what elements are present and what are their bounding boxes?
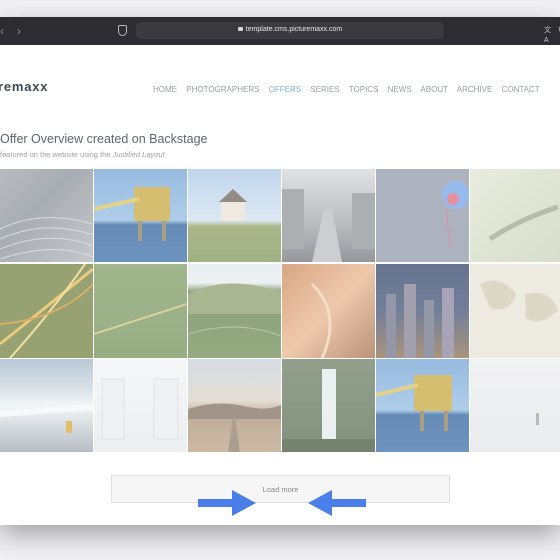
browser-window: ‹ › template.cms.picturemaxx.com 文A ↻ re… [0,17,560,525]
translate-icon[interactable]: 文A [544,26,551,46]
nav-contact[interactable]: CONTACT [502,85,540,94]
nav-news[interactable]: NEWS [388,85,412,94]
load-more-label: Load more [262,485,299,494]
gallery-image[interactable] [188,169,281,262]
nav-home[interactable]: HOME [153,85,177,94]
gallery-image[interactable] [282,359,375,452]
nav-series[interactable]: SERIES [310,85,339,94]
nav-topics[interactable]: TOPICS [349,85,379,94]
gallery-image[interactable] [470,359,560,452]
gallery-image[interactable] [94,264,187,358]
nav-about[interactable]: ABOUT [420,85,448,94]
gallery-image[interactable] [0,169,93,262]
image-gallery [0,169,560,452]
page-title: Offer Overview created on Backstage [0,132,208,146]
browser-toolbar: ‹ › template.cms.picturemaxx.com 文A ↻ [0,17,560,45]
subtitle-emphasis: Justified Layout [112,150,165,159]
gallery-image[interactable] [376,264,469,358]
gallery-image[interactable] [376,359,469,452]
load-more-button[interactable]: Load more [111,475,450,503]
back-icon[interactable]: ‹ [0,24,4,38]
site-logo[interactable]: remaxx [0,79,48,95]
gallery-image[interactable] [0,264,93,358]
page-subtitle: featured on the website using the Justif… [0,150,165,159]
gallery-image[interactable] [282,264,375,358]
gallery-image[interactable] [282,169,375,262]
right-arrow-icon [198,490,256,516]
page-content: remaxx HOME PHOTOGRAPHERS OFFERS SERIES … [0,45,560,525]
gallery-image[interactable] [94,359,187,452]
main-navigation: HOME PHOTOGRAPHERS OFFERS SERIES TOPICS … [153,85,547,95]
gallery-image[interactable] [188,264,281,358]
gallery-image[interactable] [470,264,560,358]
gallery-image[interactable] [376,169,469,262]
nav-photographers[interactable]: PHOTOGRAPHERS [186,85,259,94]
gallery-image[interactable] [94,169,187,262]
gallery-image[interactable] [0,359,93,452]
nav-archive[interactable]: ARCHIVE [457,85,493,94]
gallery-image[interactable] [188,359,281,452]
nav-offers[interactable]: OFFERS [269,85,301,94]
url-text: template.cms.picturemaxx.com [245,26,343,33]
lock-icon [237,27,243,31]
address-bar[interactable]: template.cms.picturemaxx.com 文A ↻ [136,22,560,44]
gallery-image[interactable] [470,169,560,262]
shield-icon[interactable] [118,25,127,36]
left-arrow-icon [308,490,366,516]
forward-icon[interactable]: › [17,24,21,38]
